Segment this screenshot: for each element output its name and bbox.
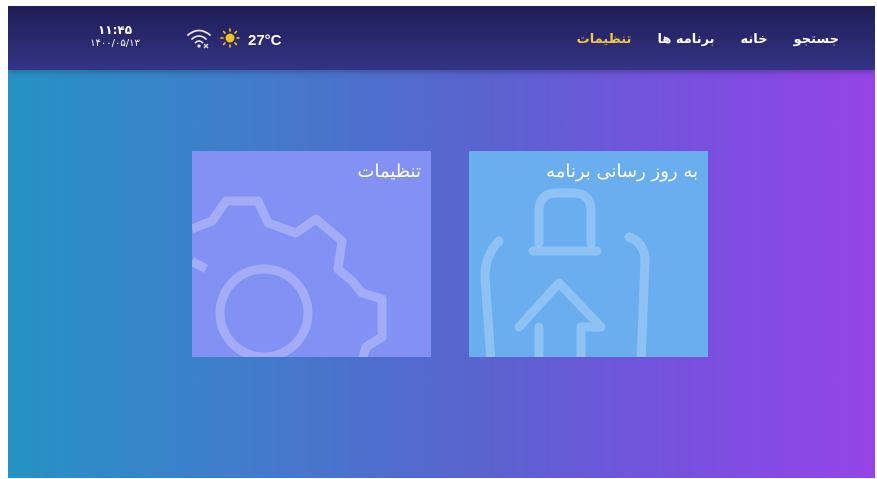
nav-item-search[interactable]: جستجو [794,32,839,47]
nav-item-settings[interactable]: تنظیمات [577,32,632,47]
settings-tile-label: تنظیمات [357,161,421,182]
status-indicators: 27°C [186,28,282,52]
nav-item-home[interactable]: خانه [741,32,768,47]
clock-date: ۱۴۰۰/۰۵/۱۳ [90,38,140,49]
sun-icon [220,28,240,52]
wifi-disconnected-icon [186,27,212,53]
nav-item-apps[interactable]: برنامه ها [657,32,714,47]
settings-tile[interactable]: تنظیمات [192,151,431,357]
main-nav: جستجو خانه برنامه ها تنظیمات [577,32,839,47]
clock-time: ۱۱:۴۵ [97,23,133,37]
update-tile-label: به روز رسانی برنامه [546,161,698,182]
update-app-tile[interactable]: به روز رسانی برنامه [469,151,708,357]
top-bar: ۱۱:۴۵ ۱۴۰۰/۰۵/۱۳ 27°C جستجو خانه برنامه … [8,6,875,70]
temperature: 27°C [248,31,282,49]
tv-screen: ۱۱:۴۵ ۱۴۰۰/۰۵/۱۳ 27°C جستجو خانه برنامه … [8,6,875,478]
clock: ۱۱:۴۵ ۱۴۰۰/۰۵/۱۳ [70,23,160,50]
